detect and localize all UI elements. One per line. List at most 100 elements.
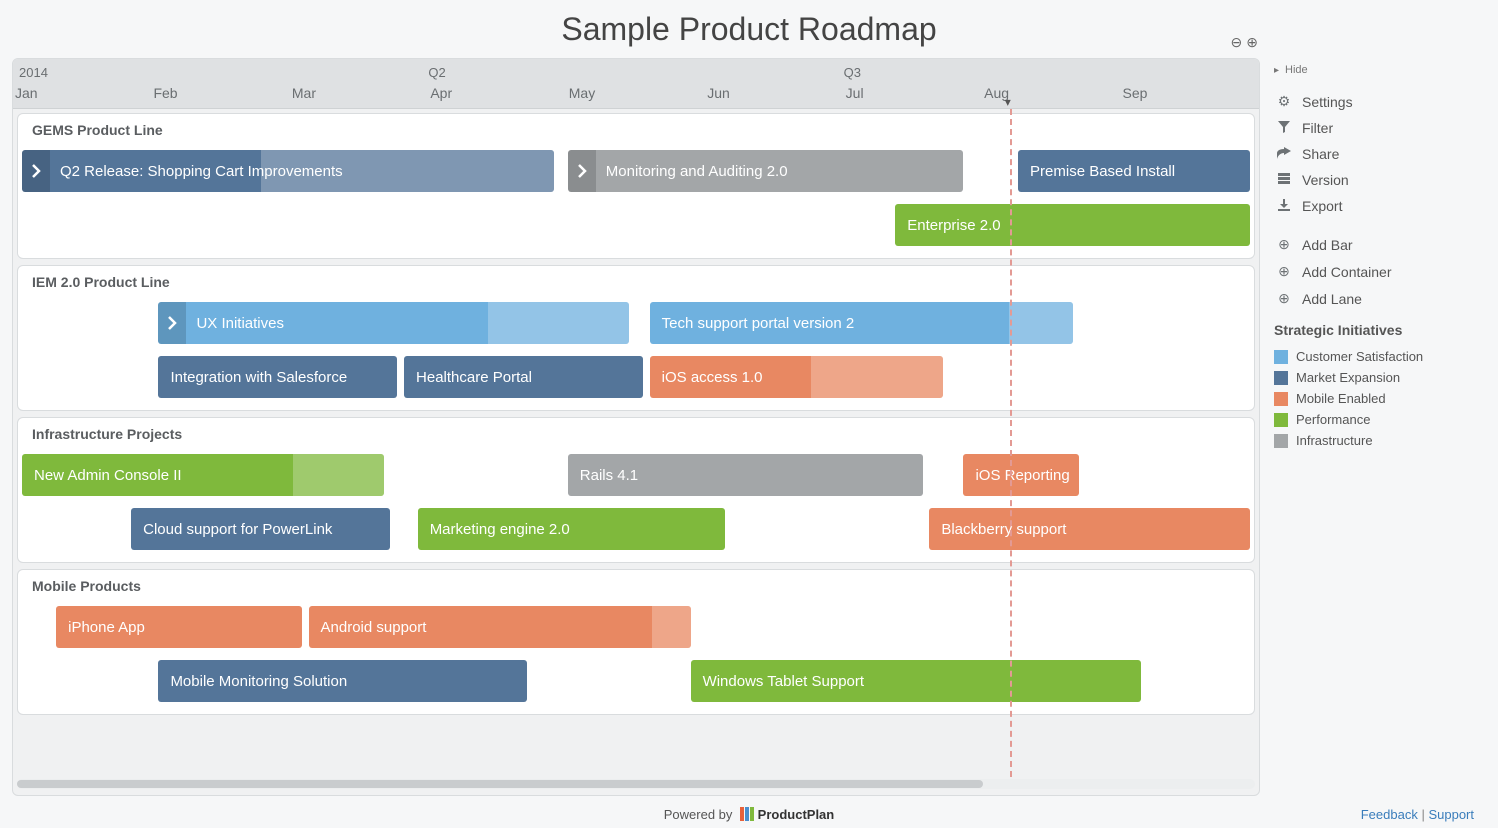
legend-swatch [1274,434,1288,448]
bar-label: iPhone App [68,619,145,636]
add-bar-button[interactable]: ⊕ Add Bar [1274,231,1486,258]
roadmap-bar[interactable]: Windows Tablet Support [691,660,1141,702]
roadmap-bar[interactable]: Healthcare Portal [404,356,643,398]
month-label: Jul [846,85,864,101]
horizontal-scrollbar[interactable] [17,777,1255,791]
legend-item[interactable]: Performance [1274,409,1486,430]
bar-label: New Admin Console II [34,467,182,484]
bar-label: Rails 4.1 [580,467,638,484]
lane: Mobile Products iPhone App Android support… [17,569,1255,715]
share-button[interactable]: Share [1274,141,1486,167]
bar-label: Enterprise 2.0 [907,217,1000,234]
roadmap-board: 2014Q2Q3JanFebMarAprMayJunJulAugSep GEMS… [12,58,1260,796]
hide-sidebar-button[interactable]: ▸ Hide [1274,64,1486,76]
bar-label: iOS Reporting [975,467,1069,484]
quarter-label: Q3 [844,65,861,80]
today-caret-icon: ▾ [1005,95,1011,109]
roadmap-bar[interactable]: iPhone App [56,606,302,648]
month-label: Jun [707,85,730,101]
share-label: Share [1302,146,1339,162]
chevron-right-icon [158,302,186,344]
add-lane-button[interactable]: ⊕ Add Lane [1274,285,1486,312]
legend-label: Performance [1296,412,1370,427]
roadmap-bar[interactable]: Monitoring and Auditing 2.0 [568,150,964,192]
bar-label: Premise Based Install [1030,163,1175,180]
bar-label: Blackberry support [941,521,1066,538]
lane-title: Mobile Products [18,570,1254,600]
roadmap-bar[interactable]: iOS access 1.0 [650,356,943,398]
bar-progress-overlay [488,302,629,344]
time-header: 2014Q2Q3JanFebMarAprMayJunJulAugSep [13,59,1259,109]
zoom-controls: ⊖ ⊕ [1231,34,1258,51]
legend-swatch [1274,413,1288,427]
filter-label: Filter [1302,120,1333,136]
legend-label: Market Expansion [1296,370,1400,385]
quarter-label: Q2 [428,65,445,80]
bar-progress-overlay [811,356,943,398]
productplan-logo-icon [740,807,754,821]
add-container-button[interactable]: ⊕ Add Container [1274,258,1486,285]
support-link[interactable]: Support [1428,807,1474,822]
roadmap-bar[interactable]: Android support [309,606,691,648]
roadmap-bar[interactable]: Mobile Monitoring Solution [158,660,526,702]
scrollbar-thumb[interactable] [17,780,983,788]
year-label: 2014 [19,65,48,80]
today-line [1010,109,1012,777]
footer-links: Feedback | Support [1361,807,1474,822]
bar-label: Cloud support for PowerLink [143,521,332,538]
feedback-link[interactable]: Feedback [1361,807,1418,822]
bar-progress-overlay [261,150,554,192]
month-label: May [569,85,595,101]
footer: Powered by ProductPlan Feedback | Suppor… [0,800,1498,828]
bar-label: iOS access 1.0 [662,369,763,386]
roadmap-bar[interactable]: Cloud support for PowerLink [131,508,390,550]
version-button[interactable]: Version [1274,167,1486,193]
powered-by-label: Powered by [664,807,733,822]
roadmap-bar[interactable]: Enterprise 2.0 [895,204,1250,246]
roadmap-bar[interactable]: iOS Reporting [963,454,1079,496]
board-wrapper: 2014Q2Q3JanFebMarAprMayJunJulAugSep GEMS… [12,58,1260,796]
legend-swatch [1274,392,1288,406]
filter-button[interactable]: Filter [1274,115,1486,141]
export-label: Export [1302,198,1342,214]
legend-item[interactable]: Market Expansion [1274,367,1486,388]
roadmap-bar[interactable]: Q2 Release: Shopping Cart Improvements [22,150,554,192]
gear-icon: ⚙ [1276,93,1292,110]
zoom-in-icon[interactable]: ⊕ [1246,34,1258,51]
main: 2014Q2Q3JanFebMarAprMayJunJulAugSep GEMS… [0,58,1498,800]
hide-label: Hide [1285,64,1308,76]
legend-label: Mobile Enabled [1296,391,1386,406]
roadmap-bar[interactable]: UX Initiatives [158,302,629,344]
export-button[interactable]: Export [1274,193,1486,219]
track: iPhone App Android support [22,604,1250,654]
roadmap-bar[interactable]: New Admin Console II [22,454,384,496]
zoom-out-icon[interactable]: ⊖ [1231,34,1243,51]
lane: IEM 2.0 Product LineUX InitiativesTech s… [17,265,1255,411]
roadmap-bar[interactable]: Integration with Salesforce [158,356,397,398]
sidebar: ▸ Hide ⚙ Settings Filter Share Version [1266,58,1486,796]
legend-item[interactable]: Customer Satisfaction [1274,346,1486,367]
legend-label: Customer Satisfaction [1296,349,1423,364]
roadmap-bar[interactable]: Blackberry support [929,508,1250,550]
legend-item[interactable]: Mobile Enabled [1274,388,1486,409]
month-label: Sep [1123,85,1148,101]
roadmap-bar[interactable]: Rails 4.1 [568,454,923,496]
version-icon [1276,172,1292,188]
lane-title: Infrastructure Projects [18,418,1254,448]
filter-icon [1276,120,1292,136]
title-row: Sample Product Roadmap ⊖ ⊕ [0,0,1498,58]
chevron-right-icon [22,150,50,192]
bar-label: Marketing engine 2.0 [430,521,570,538]
bar-label: Monitoring and Auditing 2.0 [606,163,788,180]
bar-label: Tech support portal version 2 [662,315,855,332]
lane-title: GEMS Product Line [18,114,1254,144]
productplan-logo[interactable]: ProductPlan [740,807,835,822]
lane: Infrastructure Projects New Admin Console… [17,417,1255,563]
settings-button[interactable]: ⚙ Settings [1274,88,1486,115]
roadmap-bar[interactable]: Premise Based Install [1018,150,1250,192]
download-icon [1276,198,1292,214]
legend-item[interactable]: Infrastructure [1274,430,1486,451]
roadmap-bar[interactable]: Marketing engine 2.0 [418,508,725,550]
version-label: Version [1302,172,1349,188]
lane: GEMS Product Line Q2 Release: Shopping Ca… [17,113,1255,259]
